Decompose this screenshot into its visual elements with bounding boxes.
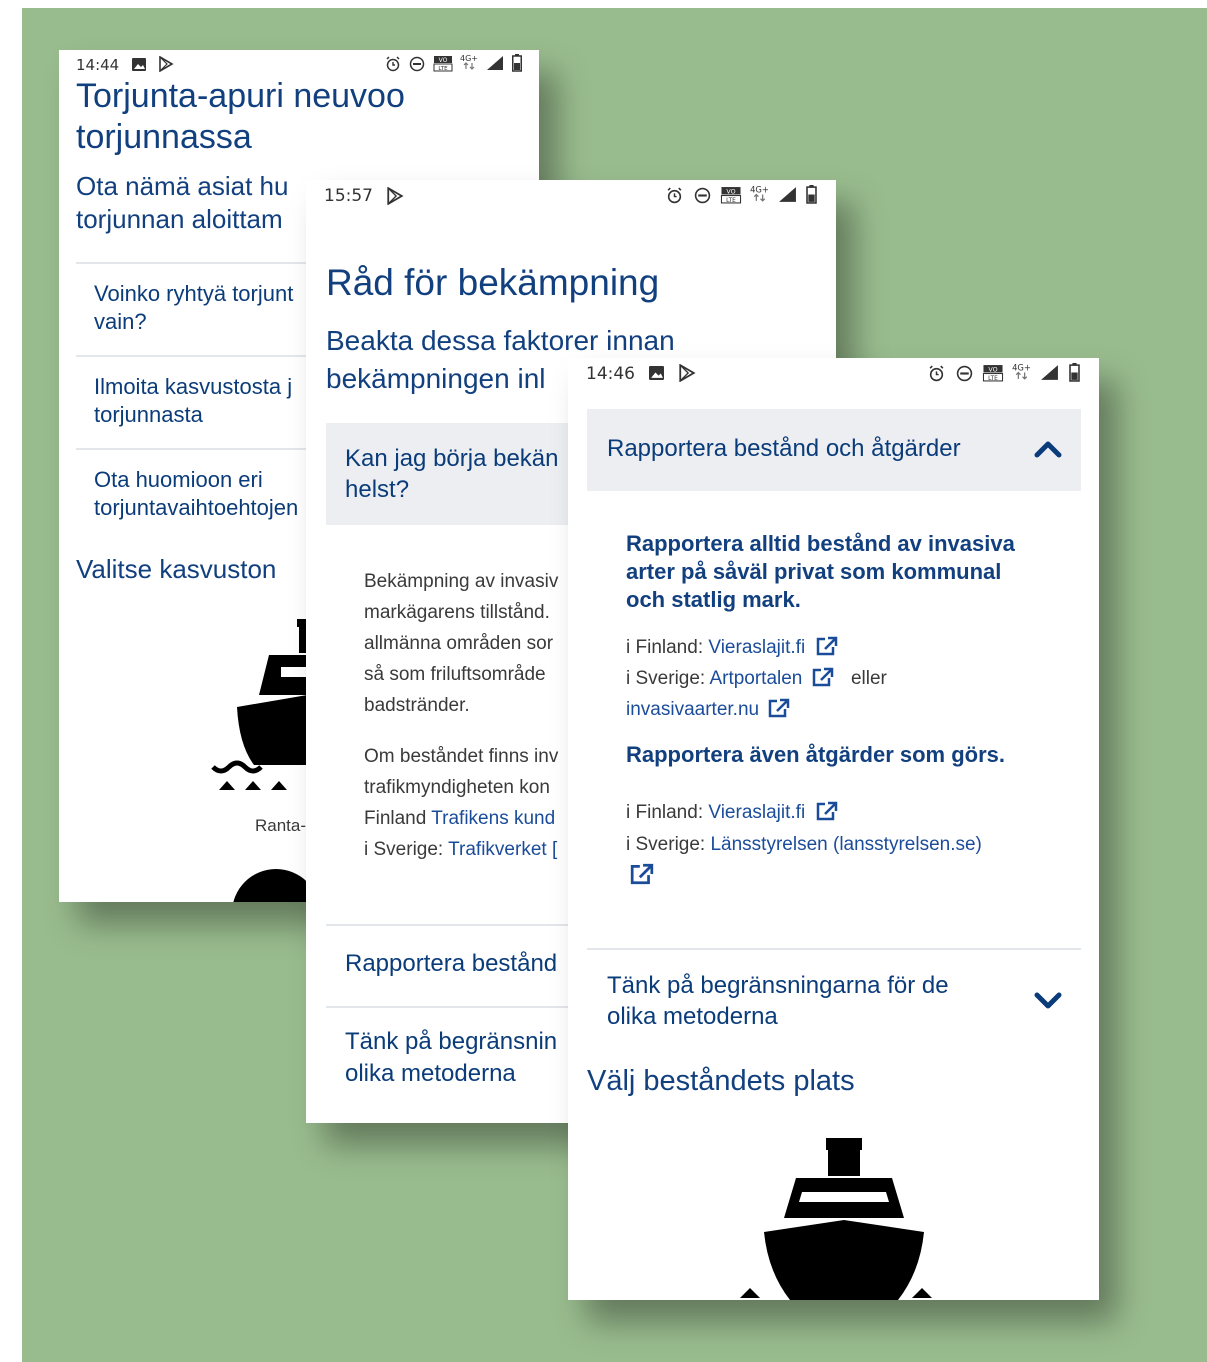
invasivaarter-link[interactable]: invasivaarter.nu (626, 699, 759, 720)
play-store-icon (158, 56, 174, 72)
svg-text:LTE: LTE (438, 66, 448, 72)
network-4g-icon: 4G+ (459, 53, 479, 71)
accordion-item-report[interactable]: Ilmoita kasvustosta j torjunnasta (94, 373, 292, 429)
battery-icon (1069, 363, 1080, 382)
svg-text:VO: VO (988, 366, 997, 373)
external-link-icon[interactable]: [ (552, 839, 557, 860)
page-subtitle: Ota nämä asiat hu torjunnan aloittam (76, 171, 289, 234)
status-time: 15:57 (324, 186, 373, 206)
battery-icon (512, 54, 522, 72)
svg-text:4G+: 4G+ (460, 54, 478, 63)
play-store-icon (678, 364, 696, 382)
actions-links: i Finland: Vieraslajit.fi i Sverige: Län… (626, 797, 982, 893)
svg-text:VO: VO (439, 57, 448, 64)
report-links: i Finland: Vieraslajit.fi i Sverige: Art… (626, 636, 887, 720)
status-time: 14:44 (76, 56, 120, 74)
lansstyrelsen-link[interactable]: Länsstyrelsen (lansstyrelsen.se) (710, 834, 981, 855)
accordion-item-limitations[interactable]: Tänk på begränsningarna för de olika met… (607, 970, 949, 1032)
alarm-icon (928, 365, 945, 382)
artportalen-link[interactable]: Artportalen (709, 668, 802, 689)
signal-icon (486, 55, 504, 71)
accordion-item-report[interactable]: Rapportera bestånd (345, 950, 557, 978)
volte-icon: VO LTE (982, 364, 1004, 382)
page-title: Torjunta-apuri neuvoo torjunnassa (76, 77, 405, 156)
section-title: Valitse kasvuston (76, 554, 277, 584)
report-heading: Rapportera alltid bestånd av invasiva ar… (626, 531, 1015, 612)
external-link-icon[interactable] (816, 636, 838, 656)
do-not-disturb-icon (956, 365, 973, 382)
trafikverket-link[interactable]: Trafikverket (448, 839, 547, 860)
image-icon (649, 366, 664, 380)
accordion-header-label: Rapportera bestånd och åtgärder (607, 435, 961, 462)
external-link-icon[interactable] (812, 667, 834, 687)
trafikens-link[interactable]: Trafikens kund (431, 808, 555, 829)
svg-text:LTE: LTE (726, 198, 736, 204)
accordion-body-paragraph-2: Om beståndet finns inv trafikmyndigheten… (364, 746, 559, 860)
vieraslajit-link[interactable]: Vieraslajit.fi (708, 637, 805, 658)
option-label: Ranta- (255, 816, 307, 835)
signal-icon (778, 186, 797, 203)
svg-text:4G+: 4G+ (1012, 362, 1031, 372)
volte-icon: VO LTE (720, 186, 742, 204)
accordion-body-paragraph: Bekämpning av invasiv markägarens tillst… (364, 571, 559, 716)
network-4g-icon: 4G+ (1011, 362, 1032, 381)
external-link-icon[interactable] (768, 698, 790, 718)
chevron-up-icon[interactable] (1034, 440, 1062, 458)
chevron-down-icon[interactable] (1034, 992, 1062, 1010)
external-link-icon[interactable] (816, 801, 838, 821)
section-title: Välj beståndets plats (587, 1065, 855, 1097)
network-4g-icon: 4G+ (749, 184, 770, 203)
signal-icon (1040, 364, 1059, 381)
svg-text:VO: VO (726, 188, 735, 195)
ship-icon[interactable] (736, 1136, 936, 1300)
status-time: 14:46 (586, 364, 635, 384)
play-store-icon (386, 187, 404, 205)
accordion-item-methods[interactable]: Ota huomioon eri torjuntavaihtoehtojen (94, 466, 298, 522)
accordion-item-rights[interactable]: Voinko ryhtyä torjunt vain? (94, 280, 293, 336)
volte-icon: VO LTE (433, 55, 453, 72)
alarm-icon (385, 56, 401, 72)
page-title: Råd för bekämpning (326, 262, 660, 303)
external-link-icon[interactable] (630, 863, 654, 885)
screenshot-swedish-2: 14:46 VO LTE 4G+ Rapportera bestånd och å… (568, 358, 1099, 1300)
accordion-item-limitations[interactable]: Tänk på begränsnin olika metoderna (345, 1026, 557, 1090)
vieraslajit-link[interactable]: Vieraslajit.fi (708, 802, 805, 823)
battery-icon (806, 185, 817, 204)
actions-heading: Rapportera även åtgärder som görs. (626, 742, 1006, 767)
accordion-header-label: Kan jag börja bekän helst? (345, 445, 559, 503)
alarm-icon (666, 187, 683, 204)
ship-icon[interactable] (209, 615, 319, 795)
svg-text:4G+: 4G+ (750, 184, 769, 194)
divider (587, 948, 1081, 950)
do-not-disturb-icon (694, 187, 711, 204)
image-icon (132, 58, 146, 71)
do-not-disturb-icon (409, 56, 425, 72)
svg-text:LTE: LTE (988, 376, 998, 382)
